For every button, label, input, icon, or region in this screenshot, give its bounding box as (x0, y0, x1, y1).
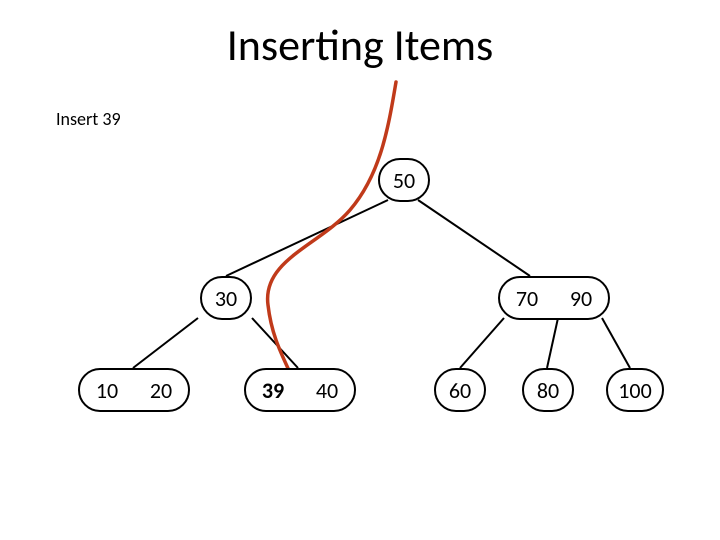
tree-root-node: 50 (378, 158, 430, 202)
node-value: 100 (608, 377, 662, 404)
node-value: 50 (380, 167, 428, 194)
tree-node-70-90: 70 90 (498, 276, 610, 320)
insertion-path-arrow (0, 0, 720, 540)
node-value: 20 (134, 377, 188, 404)
node-value-inserted: 39 (246, 377, 300, 404)
tree-leaf-39-40: 39 40 (244, 368, 356, 412)
tree-leaf-60: 60 (434, 368, 486, 412)
node-value: 30 (202, 285, 250, 312)
node-value: 80 (524, 377, 572, 404)
node-value: 10 (80, 377, 134, 404)
tree-edges (0, 0, 720, 540)
insert-annotation: Insert 39 (56, 108, 121, 130)
node-value: 70 (500, 285, 554, 312)
page-title: Inserting Items (0, 18, 720, 72)
node-value: 40 (300, 377, 354, 404)
tree-leaf-100: 100 (606, 368, 664, 412)
tree-leaf-80: 80 (522, 368, 574, 412)
tree-leaf-10-20: 10 20 (78, 368, 190, 412)
node-value: 60 (436, 377, 484, 404)
tree-node-30: 30 (200, 276, 252, 320)
node-value: 90 (554, 285, 608, 312)
